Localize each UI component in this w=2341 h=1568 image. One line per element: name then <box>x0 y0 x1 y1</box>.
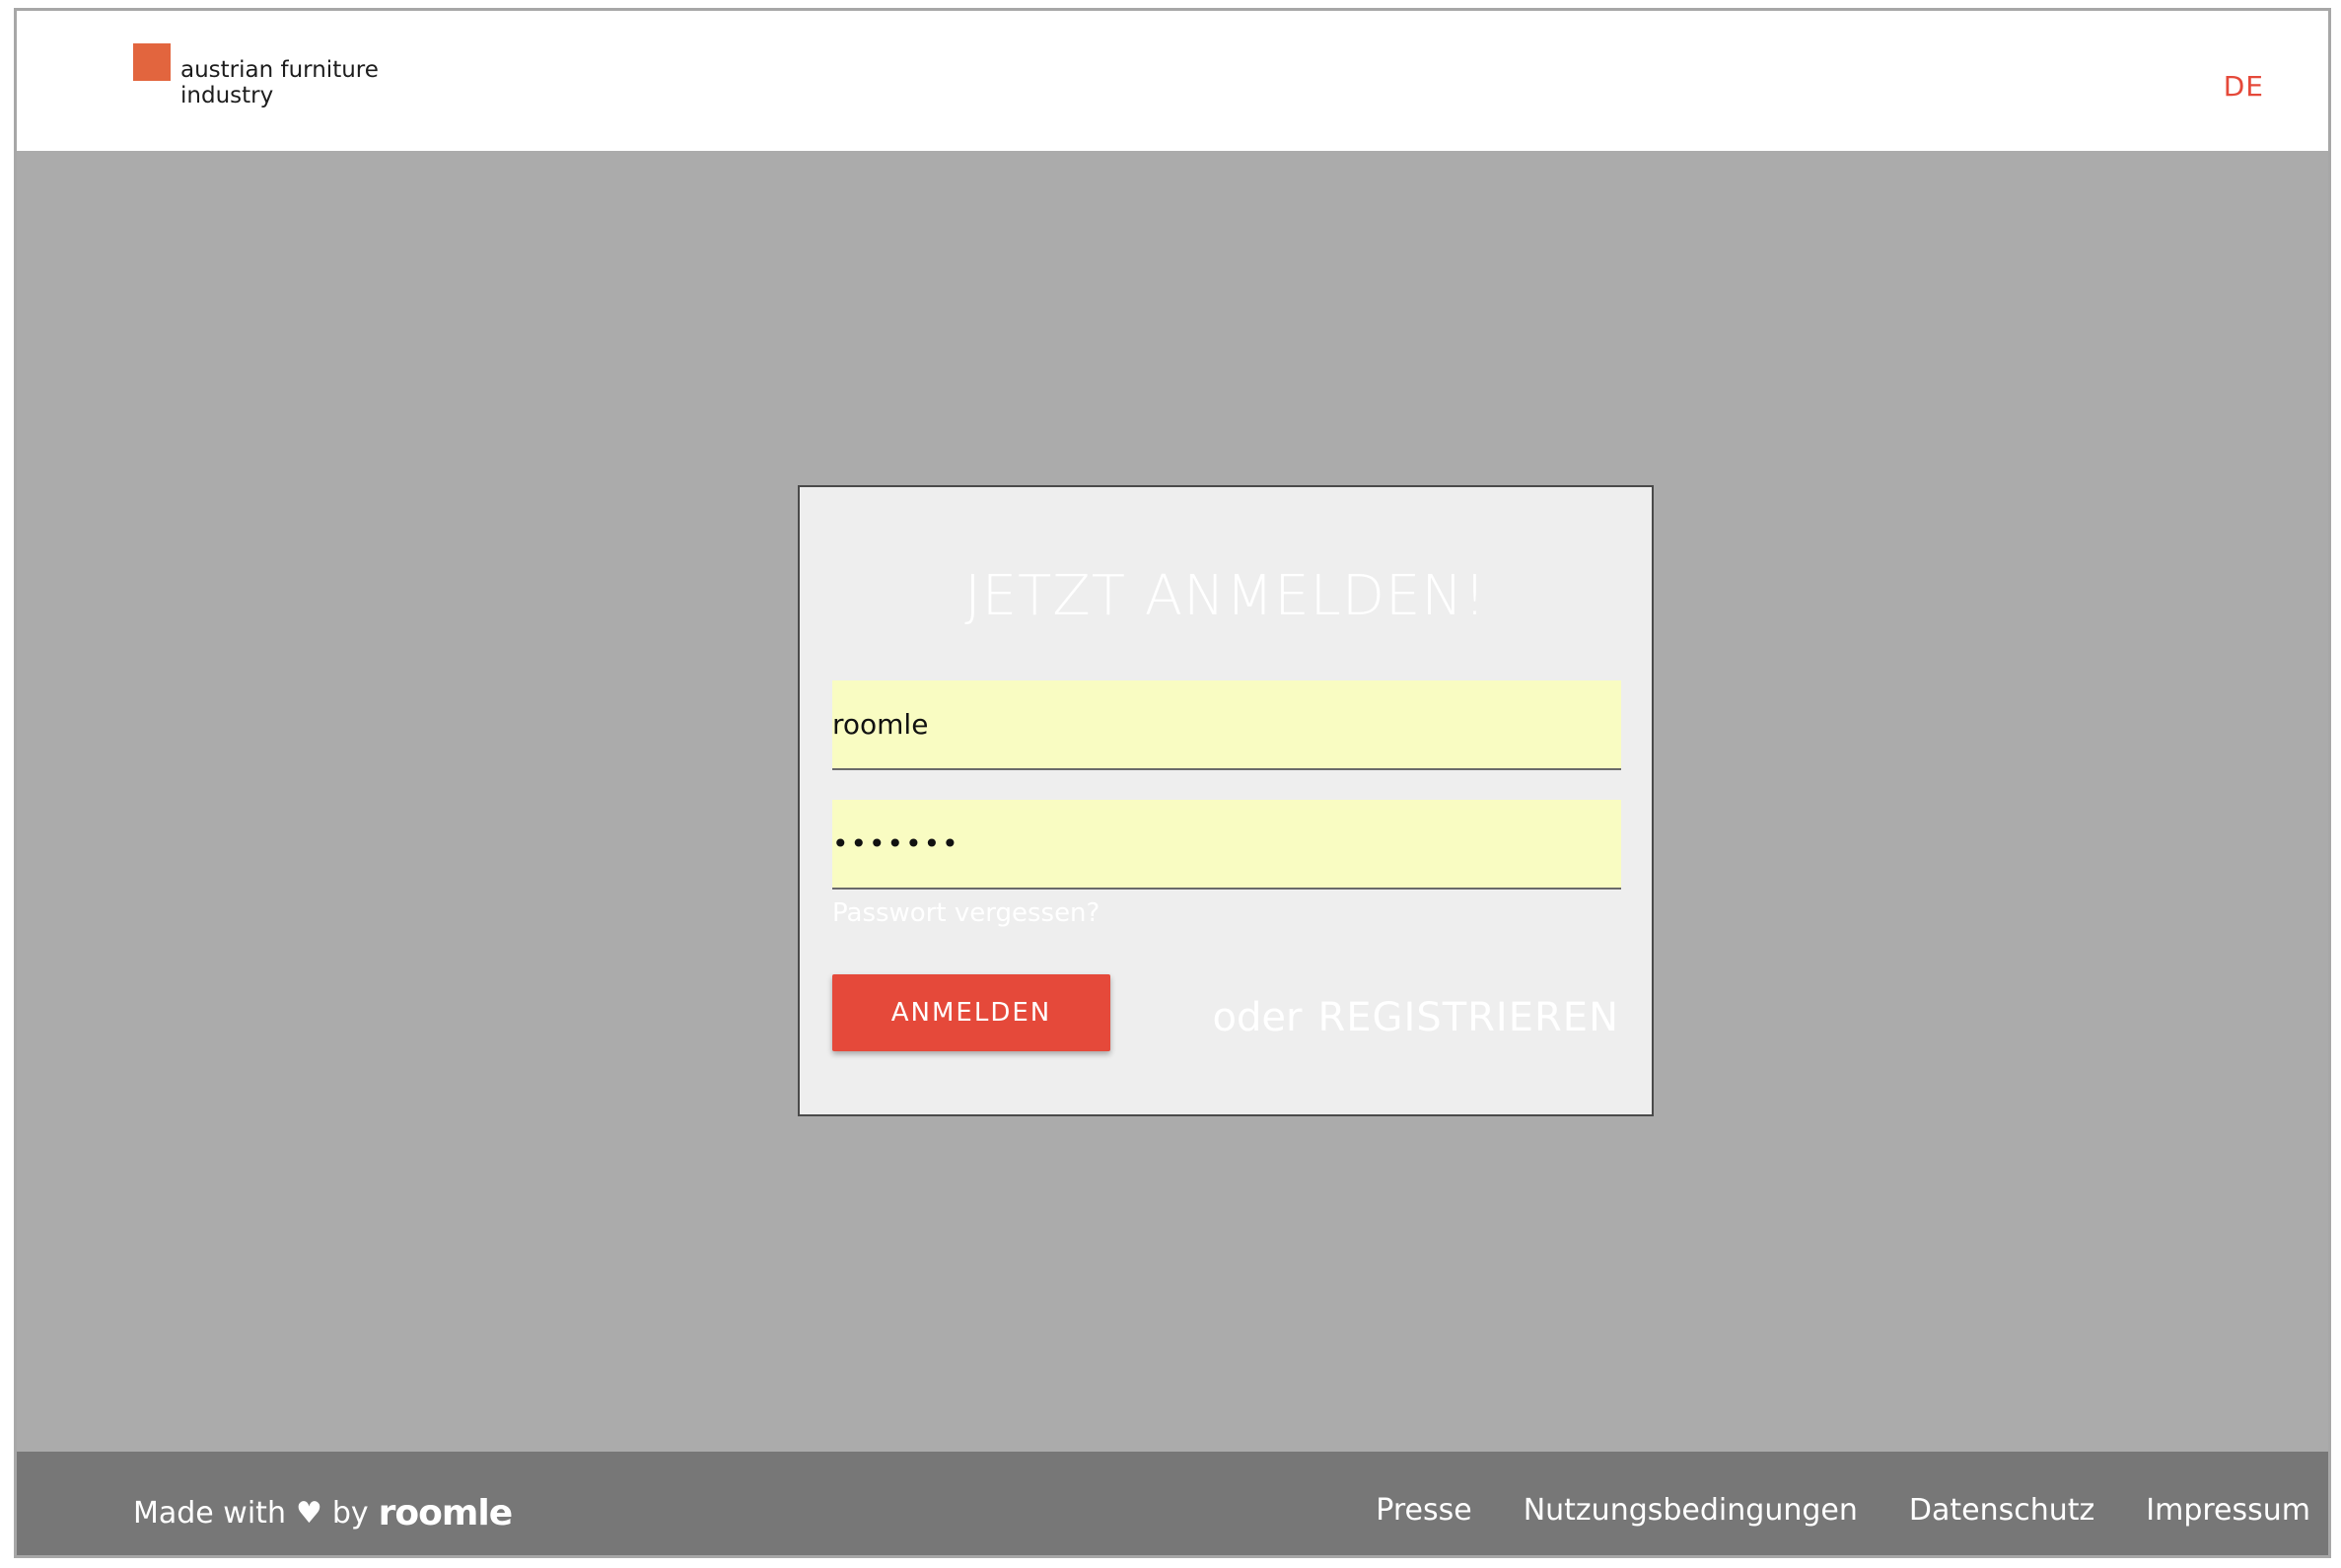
login-button[interactable]: ANMELDEN <box>832 974 1110 1051</box>
made-with-text: Made with <box>133 1496 286 1531</box>
language-selector[interactable]: DE <box>2224 70 2264 103</box>
logo-text: austrian furniture industry <box>180 57 379 108</box>
footer-link-nutzungsbedingungen[interactable]: Nutzungsbedingungen <box>1524 1493 1858 1528</box>
roomle-brand-logo[interactable]: roomle <box>379 1493 513 1533</box>
password-input[interactable] <box>832 800 1621 890</box>
logo[interactable]: austrian furniture industry <box>133 43 449 122</box>
footer-link-presse[interactable]: Presse <box>1376 1493 1471 1528</box>
made-with-credit: Made with ♥ by roomle <box>133 1493 513 1533</box>
or-text: oder <box>1212 995 1303 1040</box>
register-prompt: oder REGISTRIEREN <box>1213 995 1619 1040</box>
app-window: austrian furniture industry DE JETZT ANM… <box>14 8 2331 1558</box>
footer-link-datenschutz[interactable]: Datenschutz <box>1909 1493 2094 1528</box>
register-link[interactable]: REGISTRIEREN <box>1317 995 1619 1040</box>
header: austrian furniture industry DE <box>17 11 2328 151</box>
footer-links: Presse Nutzungsbedingungen Datenschutz I… <box>1376 1493 2310 1528</box>
username-input[interactable] <box>832 680 1621 770</box>
footer-link-impressum[interactable]: Impressum <box>2146 1493 2310 1528</box>
login-card: JETZT ANMELDEN! Passwort vergessen? ANME… <box>798 485 1654 1116</box>
login-title: JETZT ANMELDEN! <box>964 564 1487 628</box>
logo-square-icon <box>133 43 171 81</box>
forgot-password-link[interactable]: Passwort vergessen? <box>832 898 1100 928</box>
footer: Made with ♥ by roomle Presse Nutzungsbed… <box>17 1452 2328 1555</box>
heart-icon: ♥ <box>295 1496 322 1531</box>
by-text: by <box>331 1496 369 1531</box>
